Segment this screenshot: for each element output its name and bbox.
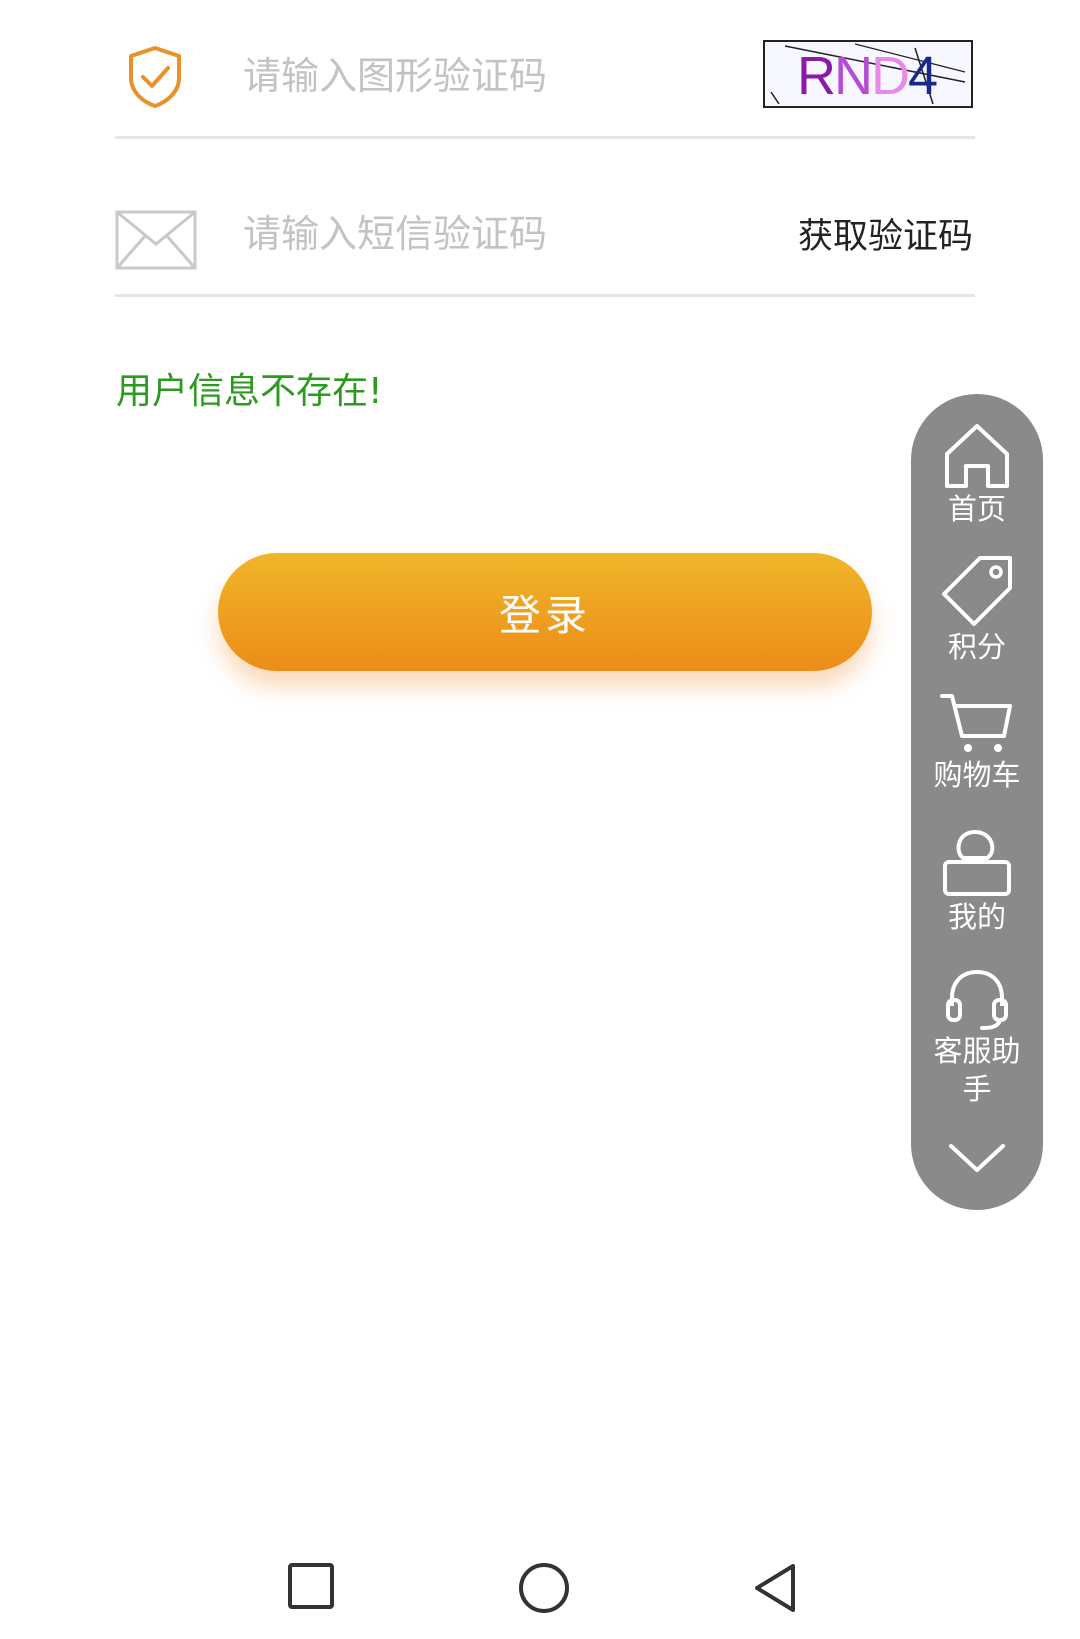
get-sms-code-button[interactable]: 获取验证码	[798, 208, 973, 259]
captcha-char: D	[871, 46, 910, 106]
captcha-input[interactable]	[243, 38, 693, 114]
back-icon[interactable]	[751, 1562, 799, 1618]
home-circle-icon[interactable]	[518, 1562, 570, 1618]
captcha-row: RND4	[115, 8, 975, 139]
cart-icon	[911, 692, 1043, 756]
sms-row: 获取验证码	[115, 166, 975, 297]
captcha-char: R	[797, 46, 836, 106]
tag-icon	[911, 554, 1043, 628]
floating-side-nav: 首页 积分 购物车 我的 客服助手	[911, 394, 1043, 1210]
envelope-icon	[115, 210, 197, 270]
shield-check-icon	[125, 44, 185, 110]
recent-apps-icon[interactable]	[287, 1562, 335, 1614]
sms-code-input[interactable]	[243, 196, 693, 272]
captcha-char: N	[834, 46, 873, 106]
login-button[interactable]: 登录	[218, 553, 872, 671]
captcha-char: 4	[908, 46, 938, 106]
error-message: 用户信息不存在!	[116, 371, 383, 412]
side-nav-points[interactable]: 积分	[911, 554, 1043, 666]
side-nav-label: 购物车	[933, 758, 1021, 792]
headset-icon	[911, 966, 1043, 1032]
side-nav-cart[interactable]: 购物车	[911, 692, 1043, 794]
captcha-image[interactable]: RND4	[763, 40, 973, 108]
side-nav-label: 我的	[947, 900, 1006, 934]
captcha-text: RND4	[797, 46, 938, 106]
user-icon	[911, 828, 1043, 898]
home-icon	[911, 420, 1043, 490]
side-nav-mine[interactable]: 我的	[911, 828, 1043, 936]
side-nav-label: 首页	[947, 492, 1006, 526]
side-nav-label: 积分	[947, 630, 1006, 664]
login-page: RND4 获取验证码 用户信息不存在! 登录 首页	[0, 0, 1080, 1639]
system-navigation-bar	[0, 1540, 1080, 1639]
chevron-down-icon	[911, 1140, 1043, 1176]
side-nav-home[interactable]: 首页	[911, 420, 1043, 528]
side-nav-label: 客服助手	[933, 1034, 1021, 1106]
side-nav-customer-service[interactable]: 客服助手	[911, 966, 1043, 1108]
side-nav-collapse-button[interactable]	[911, 1140, 1043, 1176]
